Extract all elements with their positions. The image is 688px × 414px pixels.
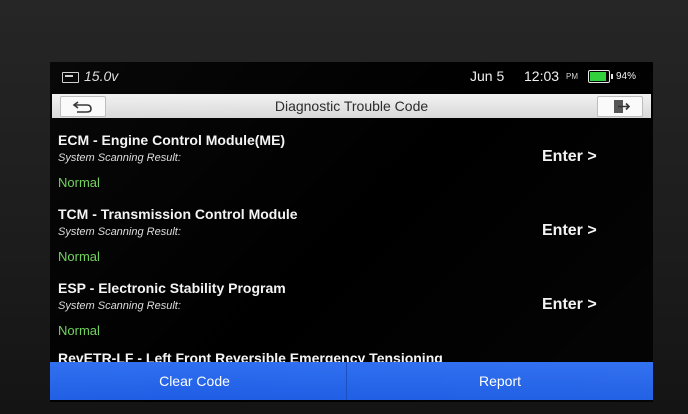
- scan-status: Normal: [58, 249, 100, 264]
- title-bar: Diagnostic Trouble Code: [52, 94, 651, 118]
- page-title: Diagnostic Trouble Code: [274, 98, 429, 114]
- module-row-revetr-lf[interactable]: RevETR-LF - Left Front Reversible Emerge…: [50, 342, 653, 366]
- status-bar: 15.0v Jun 5 12:03 PM 94%: [50, 62, 653, 92]
- vehicle-battery-icon: [62, 72, 79, 83]
- module-name: ESP - Electronic Stability Program: [58, 280, 286, 296]
- enter-button[interactable]: Enter >: [542, 296, 597, 314]
- status-time: 12:03: [524, 68, 560, 84]
- module-name: ECM - Engine Control Module(ME): [58, 132, 286, 148]
- clear-code-button[interactable]: Clear Code: [50, 362, 347, 400]
- module-row-esp[interactable]: ESP - Electronic Stability Program Syste…: [50, 268, 653, 342]
- voltage-readout: 15.0v: [84, 68, 119, 84]
- exit-icon: [614, 100, 631, 113]
- device-screen: 15.0v Jun 5 12:03 PM 94% Diagnostic Trou…: [50, 62, 653, 402]
- scan-result-label: System Scanning Result:: [58, 152, 181, 164]
- scan-result-label: System Scanning Result:: [58, 226, 181, 238]
- report-button[interactable]: Report: [347, 362, 653, 400]
- battery-icon: [588, 70, 613, 83]
- scan-status: Normal: [58, 323, 100, 338]
- scan-result-label: System Scanning Result:: [58, 300, 181, 312]
- scan-status: Normal: [58, 175, 100, 190]
- action-bar: Clear Code Report: [50, 360, 653, 402]
- module-row-ecm[interactable]: ECM - Engine Control Module(ME) System S…: [50, 120, 653, 194]
- module-row-tcm[interactable]: TCM - Transmission Control Module System…: [50, 194, 653, 268]
- battery-fill: [590, 72, 606, 81]
- enter-button[interactable]: Enter >: [542, 222, 597, 240]
- status-date: Jun 5: [470, 68, 505, 84]
- module-name: TCM - Transmission Control Module: [58, 206, 298, 222]
- exit-button[interactable]: [597, 96, 643, 117]
- battery-percent: 94%: [616, 71, 637, 82]
- enter-button[interactable]: Enter >: [542, 148, 597, 166]
- status-ampm: PM: [566, 72, 578, 81]
